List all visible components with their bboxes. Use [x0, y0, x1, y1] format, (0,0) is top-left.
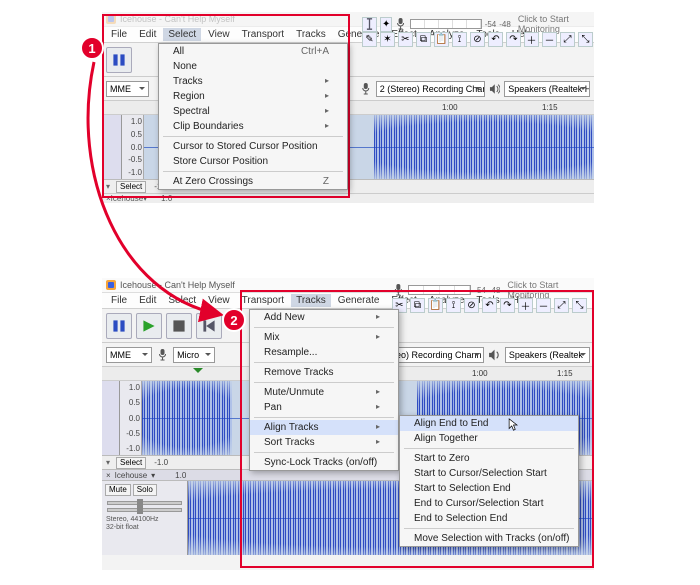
menuitem-sort-tracks[interactable]: Sort Tracks▸ [250, 435, 398, 450]
menuitem-mix[interactable]: Mix▸ [250, 330, 398, 345]
redo-icon[interactable]: ↷ [506, 32, 521, 47]
copy-icon[interactable]: ⧉ [416, 32, 431, 47]
speaker-icon [489, 82, 501, 96]
menuitem-align-end-to-end[interactable]: Align End to End [400, 416, 578, 431]
pan-slider[interactable] [107, 508, 182, 512]
playhead-marker [193, 368, 203, 378]
trim-icon[interactable]: ⟟ [452, 32, 467, 47]
tool-draw-icon[interactable]: ✎ [362, 32, 377, 47]
tool-zoom-icon[interactable]: ✶ [380, 32, 395, 47]
fit-proj-icon[interactable]: ⤡ [578, 32, 593, 47]
menuitem-start-to-cursor-selection-start[interactable]: Start to Cursor/Selection Start [400, 466, 578, 481]
step-badge-1: 1 [80, 36, 104, 60]
menuitem-end-to-cursor-selection-start[interactable]: End to Cursor/Selection Start [400, 496, 578, 511]
skip-start-button[interactable] [196, 313, 222, 339]
rec-channel-combo[interactable]: 2 (Stereo) Recording Chann [376, 81, 485, 97]
host-combo[interactable]: MME [106, 347, 152, 363]
solo-button[interactable]: Solo [133, 484, 157, 496]
input-meter[interactable] [410, 19, 482, 29]
menuitem-add-new[interactable]: Add New▸ [250, 310, 398, 325]
monitoring-hint[interactable]: Click to Start Monitoring [518, 14, 594, 34]
menuitem-mute-unmute[interactable]: Mute/Unmute▸ [250, 385, 398, 400]
menu-view[interactable]: View [203, 294, 235, 307]
track-name-label: Icehouse [115, 471, 147, 480]
select-menu-dropdown: AllCtrl+ANoneTracks▸Region▸Spectral▸Clip… [158, 43, 348, 190]
menuitem-resample-[interactable]: Resample... [250, 345, 398, 360]
menuitem-pan[interactable]: Pan▸ [250, 400, 398, 415]
track-format-label: Stereo, 44100Hz32-bit float [103, 515, 186, 532]
menuitem-cursor-to-stored-cursor-position[interactable]: Cursor to Stored Cursor Position [159, 139, 347, 154]
mic-icon [156, 348, 169, 362]
zoom-out-icon[interactable]: － [542, 32, 557, 47]
undo-icon[interactable]: ↶ [488, 32, 503, 47]
mouse-cursor-icon [508, 418, 519, 432]
tool-ibeam-icon[interactable] [362, 17, 377, 32]
speaker-combo[interactable]: Speakers (Realtek H [504, 81, 590, 97]
align-tracks-submenu: Align End to EndAlign Together Start to Z… [399, 415, 579, 547]
menuitem-store-cursor-position[interactable]: Store Cursor Position [159, 154, 347, 169]
app-logo-icon [106, 280, 116, 290]
menuitem-at-zero-crossings[interactable]: At Zero CrossingsZ [159, 174, 347, 189]
menu-file[interactable]: File [106, 294, 132, 307]
pause-button[interactable] [106, 313, 132, 339]
mic-icon [395, 17, 406, 31]
menuitem-start-to-selection-end[interactable]: Start to Selection End [400, 481, 578, 496]
select-track-button[interactable]: Select [116, 457, 146, 469]
menuitem-end-to-selection-end[interactable]: End to Selection End [400, 511, 578, 526]
menu-edit[interactable]: Edit [134, 294, 161, 307]
zoom-in-icon[interactable]: ＋ [524, 32, 539, 47]
cut-icon[interactable]: ✂ [398, 32, 413, 47]
menu-select[interactable]: Select [163, 294, 201, 307]
menuitem-remove-tracks[interactable]: Remove Tracks [250, 365, 398, 380]
meter-tick: -54 [485, 20, 497, 29]
ruler-tick: 1:15 [542, 103, 558, 112]
menuitem-sync-lock-tracks-on-off-[interactable]: Sync-Lock Tracks (on/off) [250, 455, 398, 470]
meter-tick: -48 [499, 20, 511, 29]
mute-button[interactable]: Mute [105, 484, 131, 496]
track-header[interactable] [102, 381, 120, 455]
amp-label: -1.0 [154, 458, 168, 467]
menuitem-region[interactable]: Region▸ [159, 89, 347, 104]
menuitem-clip-boundaries[interactable]: Clip Boundaries▸ [159, 119, 347, 134]
fit-sel-icon[interactable]: ⤢ [560, 32, 575, 47]
ruler-tick: 1:00 [442, 103, 458, 112]
menuitem-all[interactable]: AllCtrl+A [159, 44, 347, 59]
menuitem-spectral[interactable]: Spectral▸ [159, 104, 347, 119]
track-header[interactable]: MuteSolo Stereo, 44100Hz32-bit float [102, 481, 188, 555]
play-button[interactable] [136, 313, 162, 339]
menuitem-none[interactable]: None [159, 59, 347, 74]
gain-slider[interactable] [107, 501, 182, 505]
menuitem-move-selection-with-tracks-on-off-[interactable]: Move Selection with Tracks (on/off) [400, 531, 578, 546]
paste-icon[interactable]: 📋 [434, 32, 449, 47]
menuitem-tracks[interactable]: Tracks▸ [159, 74, 347, 89]
tool-envelope-icon[interactable]: ✦ [380, 17, 392, 32]
menuitem-align-together[interactable]: Align Together [400, 431, 578, 446]
menuitem-align-tracks[interactable]: Align Tracks▸ [250, 420, 398, 435]
amplitude-scale: 1.00.50.0-0.5-1.0 [120, 381, 142, 455]
tracks-menu-dropdown: Add New▸ Mix▸Resample... Remove Tracks Mute… [249, 309, 399, 471]
menuitem-start-to-zero[interactable]: Start to Zero [400, 451, 578, 466]
silence-icon[interactable]: ⊘ [470, 32, 485, 47]
mic-icon [360, 82, 372, 96]
step-badge-2: 2 [222, 308, 246, 332]
stop-button[interactable] [166, 313, 192, 339]
mic-combo[interactable]: Micro [173, 347, 215, 363]
window-title: Icehouse - Can't Help Myself [120, 280, 235, 290]
